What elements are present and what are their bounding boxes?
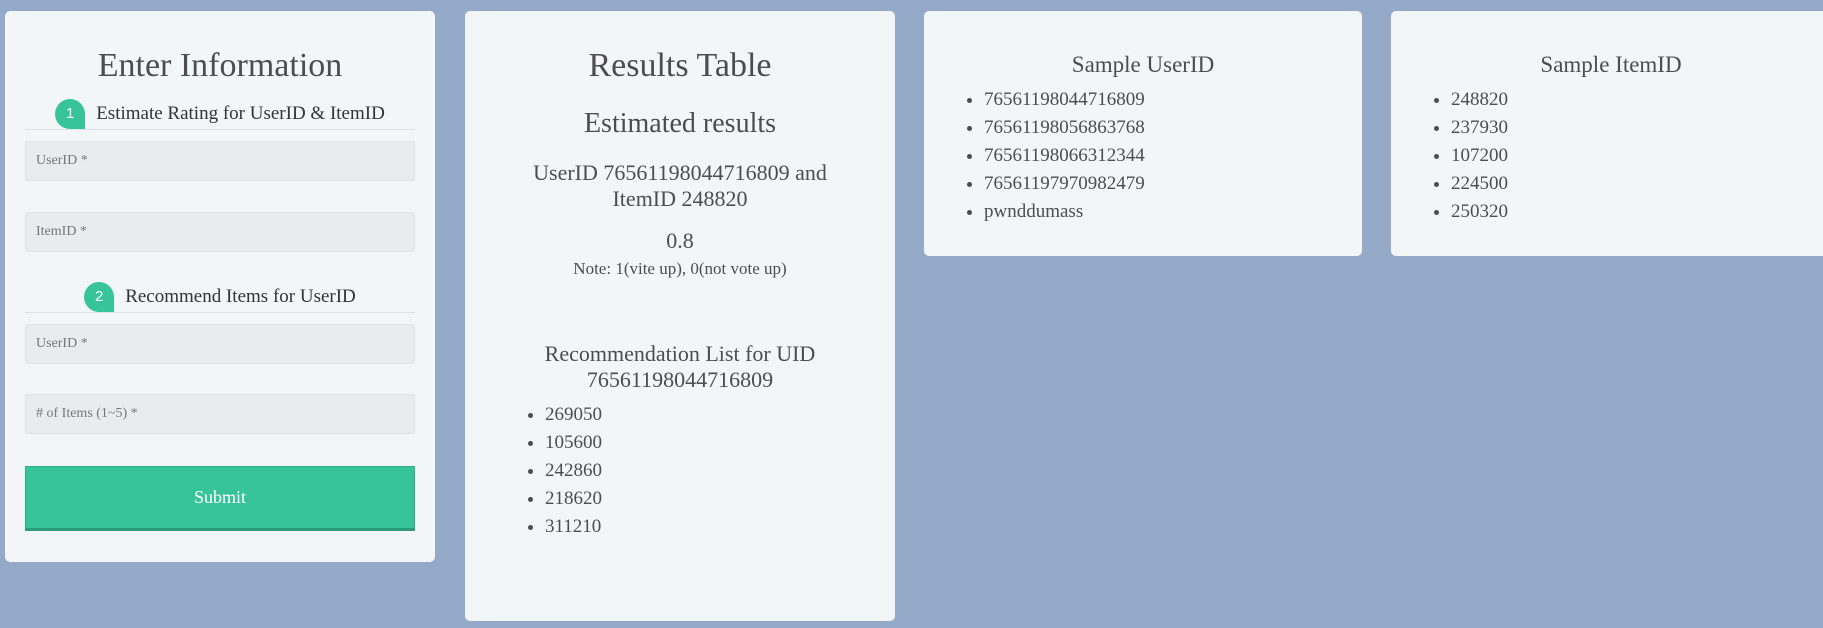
section-recommend-label: Recommend Items for UserID [125, 286, 356, 307]
list-item: pwnddumass [984, 198, 1145, 226]
list-item: 269050 [545, 401, 895, 429]
list-item: 311210 [545, 513, 895, 541]
sample-itemid-list: 248820 237930 107200 224500 250320 [1391, 86, 1508, 226]
list-item: 218620 [545, 485, 895, 513]
list-item: 248820 [1451, 86, 1508, 114]
step-2-badge: 2 [84, 282, 115, 312]
sample-userid-list: 76561198044716809 76561198056863768 7656… [924, 86, 1145, 226]
sample-userid-card: Sample UserID 76561198044716809 76561198… [924, 11, 1362, 256]
list-item: 76561198044716809 [984, 86, 1145, 114]
estimate-itemid-input[interactable] [25, 212, 415, 252]
form-title: Enter Information [97, 47, 343, 84]
section-estimate-rating: 1 Estimate Rating for UserID & ItemID [25, 99, 415, 130]
recommendation-list-title: Recommendation List for UID 765611980447… [544, 341, 816, 392]
section-estimate-label: Estimate Rating for UserID & ItemID [96, 103, 385, 124]
list-item: 250320 [1451, 198, 1508, 226]
recommend-userid-input[interactable] [25, 324, 415, 364]
list-item: 76561198066312344 [984, 142, 1145, 170]
sample-itemid-title: Sample ItemID [1540, 52, 1682, 77]
results-card: Results Table Estimated results UserID 7… [465, 11, 895, 621]
results-title: Results Table [588, 47, 772, 84]
estimate-userid-input[interactable] [25, 141, 415, 181]
step-1-badge: 1 [55, 99, 86, 129]
query-description: UserID 76561198044716809 and ItemID 2488… [533, 160, 827, 211]
sample-itemid-card: Sample ItemID 248820 237930 107200 22450… [1391, 11, 1823, 256]
section-recommend-items: 2 Recommend Items for UserID [25, 282, 415, 313]
list-item: 224500 [1451, 170, 1508, 198]
estimated-results-title: Estimated results [583, 108, 777, 139]
list-item: 237930 [1451, 114, 1508, 142]
recommendation-list: 269050 105600 242860 218620 311210 [465, 401, 895, 541]
list-item: 76561197970982479 [984, 170, 1145, 198]
list-item: 76561198056863768 [984, 114, 1145, 142]
list-item: 242860 [545, 457, 895, 485]
num-items-input[interactable] [25, 394, 415, 434]
sample-userid-title: Sample UserID [1071, 52, 1215, 77]
score-note: Note: 1(vite up), 0(not vote up) [573, 259, 787, 278]
list-item: 105600 [545, 429, 895, 457]
submit-button[interactable]: Submit [25, 466, 415, 531]
list-item: 107200 [1451, 142, 1508, 170]
estimated-score: 0.8 [666, 228, 694, 253]
input-form-card: Enter Information 1 Estimate Rating for … [5, 11, 435, 562]
